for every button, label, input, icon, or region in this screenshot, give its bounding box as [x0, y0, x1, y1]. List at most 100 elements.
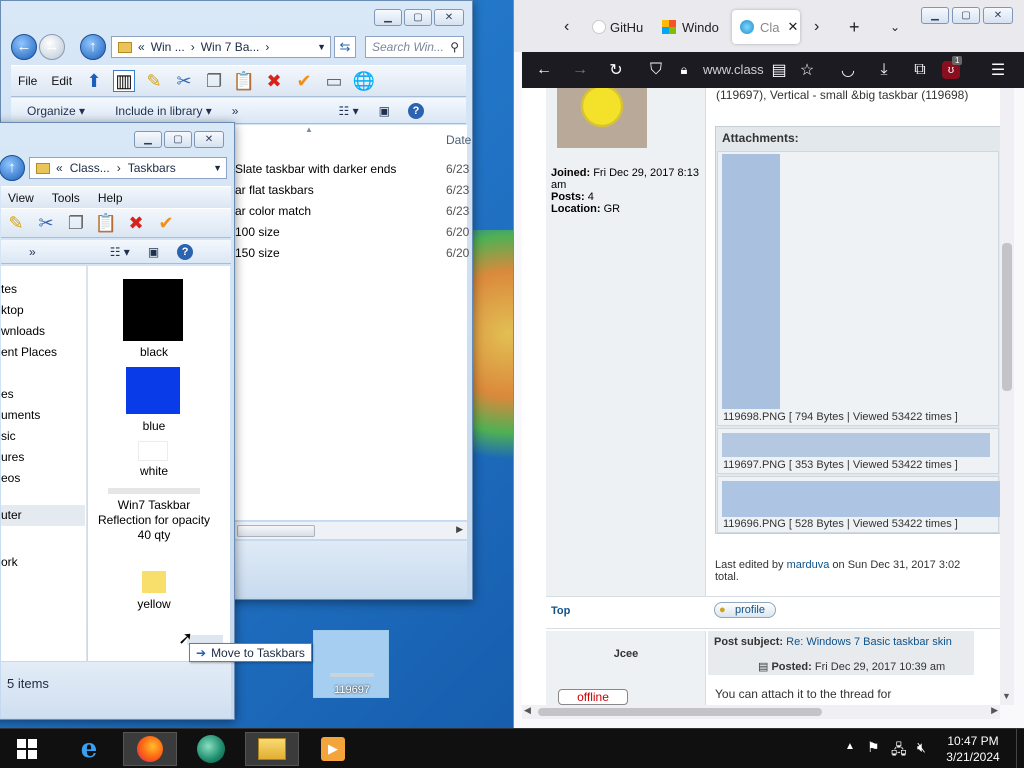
file-row[interactable]: ar flat taskbars: [235, 183, 314, 197]
bookmark-star-icon[interactable]: ☆: [795, 58, 819, 82]
copy-icon[interactable]: ❐: [65, 212, 87, 234]
cut-icon[interactable]: ✂: [35, 212, 57, 234]
nav-item-pictures[interactable]: ures: [1, 450, 24, 464]
horizontal-scrollbar[interactable]: ◀ ▶: [522, 705, 1000, 719]
list-tabs-icon[interactable]: ⌄: [890, 10, 900, 44]
file-item-black[interactable]: black: [88, 276, 220, 359]
breadcrumb-item[interactable]: Taskbars: [128, 161, 176, 175]
nav-item-network[interactable]: ork: [1, 555, 18, 569]
attachment-item[interactable]: 119696.PNG [ 528 Bytes | Viewed 53422 ti…: [717, 476, 1000, 533]
menu-edit[interactable]: Edit: [44, 74, 79, 88]
breadcrumb-overflow[interactable]: «: [138, 40, 145, 54]
attachment-image-119696[interactable]: [722, 481, 1000, 517]
checkmark-icon[interactable]: ✔: [293, 70, 315, 92]
horizontal-scrollbar[interactable]: ▶: [235, 521, 467, 539]
url-bar[interactable]: www.class: [703, 62, 765, 77]
internet-explorer-icon[interactable]: e: [62, 732, 116, 766]
address-dropdown-icon[interactable]: ▼: [317, 42, 326, 52]
post2-author[interactable]: Jcee: [546, 648, 706, 660]
minimize-button[interactable]: ▁: [134, 131, 162, 148]
new-tab-icon[interactable]: +: [849, 10, 860, 44]
include-library-button[interactable]: Include in library ▾: [115, 104, 212, 118]
scroll-down-icon[interactable]: ▼: [1002, 691, 1011, 701]
start-button[interactable]: [0, 732, 54, 766]
shield-icon[interactable]: ⛉: [644, 58, 668, 82]
scrollbar-thumb[interactable]: [237, 525, 315, 537]
breadcrumb-overflow[interactable]: «: [56, 161, 63, 175]
view-options-icon[interactable]: ☷ ▾: [110, 245, 130, 259]
organize-button[interactable]: Organize ▾: [27, 104, 85, 118]
minimize-button[interactable]: ▁: [921, 7, 949, 24]
forward-button[interactable]: →: [39, 34, 65, 60]
paste-icon[interactable]: 📋: [95, 212, 117, 234]
tab-scroll-left-icon[interactable]: ‹: [564, 10, 569, 44]
post2-subject-link[interactable]: Re: Windows 7 Basic taskbar skin: [786, 636, 952, 648]
close-button[interactable]: ✕: [983, 7, 1013, 24]
menu-help[interactable]: Help: [91, 191, 130, 205]
tab-classic-active[interactable]: Cla ✕: [732, 10, 800, 44]
scroll-left-icon[interactable]: ◀: [524, 705, 531, 716]
breadcrumb-separator[interactable]: ›: [191, 40, 195, 54]
back-icon[interactable]: ←: [532, 58, 556, 82]
attachment-item[interactable]: 119697.PNG [ 353 Bytes | Viewed 53422 ti…: [717, 428, 999, 474]
close-button[interactable]: ✕: [194, 131, 224, 148]
column-date-header[interactable]: Date: [446, 133, 471, 147]
nav-item-music[interactable]: sic: [1, 429, 16, 443]
edited-user-link[interactable]: marduva: [787, 559, 830, 571]
network-icon[interactable]: 🖧︎: [891, 739, 907, 763]
file-row[interactable]: 100 size: [235, 225, 280, 239]
forward-icon[interactable]: →: [568, 58, 592, 82]
pocket-icon[interactable]: ◡: [836, 58, 860, 82]
downloads-icon[interactable]: ⤓: [872, 58, 896, 82]
address-bar[interactable]: « Win ... › Win 7 Ba... › ▼: [111, 36, 331, 58]
tab-close-icon[interactable]: ✕: [788, 19, 799, 35]
address-bar[interactable]: « Class... › Taskbars ▼: [29, 157, 227, 179]
maximize-button[interactable]: ▢: [404, 9, 432, 26]
file-item-yellow[interactable]: yellow: [88, 566, 220, 616]
more-commands[interactable]: »: [232, 104, 239, 118]
nav-item-computer[interactable]: uter: [1, 505, 85, 526]
properties-icon[interactable]: ✎: [143, 70, 165, 92]
menu-view[interactable]: View: [1, 191, 41, 205]
tab-github[interactable]: GitHu: [592, 10, 654, 44]
file-row[interactable]: ar color match: [235, 204, 311, 218]
scrollbar-thumb[interactable]: [538, 708, 822, 716]
breadcrumb-item[interactable]: Win 7 Ba...: [201, 40, 260, 54]
minimize-button[interactable]: ▁: [374, 9, 402, 26]
search-box[interactable]: Search Win... ⚲: [365, 36, 464, 58]
attachment-image-119698[interactable]: [722, 154, 780, 409]
more-commands[interactable]: »: [29, 245, 36, 259]
preview-pane-icon[interactable]: ▣: [148, 245, 159, 259]
back-button[interactable]: ←: [11, 34, 37, 60]
up-folder-icon[interactable]: ⬆: [83, 70, 105, 92]
attachment-image-119697[interactable]: [722, 433, 990, 457]
file-item-reflection[interactable]: Win7 Taskbar Reflection for opacity 40 q…: [88, 486, 220, 564]
menu-hamburger-icon[interactable]: ☰: [986, 58, 1010, 82]
dragged-file-icon[interactable]: 119697: [313, 630, 389, 698]
cut-icon[interactable]: ✂: [173, 70, 195, 92]
breadcrumb-item[interactable]: Class...: [70, 161, 110, 175]
file-explorer-icon[interactable]: [245, 732, 299, 766]
maximize-button[interactable]: ▢: [164, 131, 192, 148]
help-icon[interactable]: ?: [407, 102, 424, 119]
tab-scroll-right-icon[interactable]: ›: [814, 10, 819, 44]
classic-shell-icon[interactable]: [184, 732, 238, 766]
menu-file[interactable]: File: [11, 74, 44, 88]
lock-icon[interactable]: 🔒︎: [672, 58, 696, 82]
paste-icon[interactable]: 📋: [233, 70, 255, 92]
file-item-blue[interactable]: blue: [88, 362, 220, 433]
attachment-item[interactable]: 119698.PNG [ 794 Bytes | Viewed 53422 ti…: [717, 151, 999, 426]
clock[interactable]: 10:47 PM 3/21/2024: [940, 733, 1006, 765]
top-link[interactable]: Top: [551, 605, 570, 617]
globe-icon[interactable]: 🌐: [353, 70, 375, 92]
reader-view-icon[interactable]: ▤: [767, 58, 791, 82]
show-desktop-button[interactable]: [1016, 729, 1024, 768]
extensions-icon[interactable]: ⧉: [908, 58, 932, 82]
nav-item-downloads[interactable]: wnloads: [1, 324, 45, 338]
breadcrumb-separator[interactable]: ›: [265, 40, 269, 54]
preview-pane-icon[interactable]: ▣: [379, 104, 390, 118]
menu-tools[interactable]: Tools: [45, 191, 87, 205]
view-options-icon[interactable]: ☷ ▾: [338, 104, 358, 118]
maximize-button[interactable]: ▢: [952, 7, 980, 24]
vertical-scrollbar[interactable]: ▼: [1000, 88, 1014, 705]
